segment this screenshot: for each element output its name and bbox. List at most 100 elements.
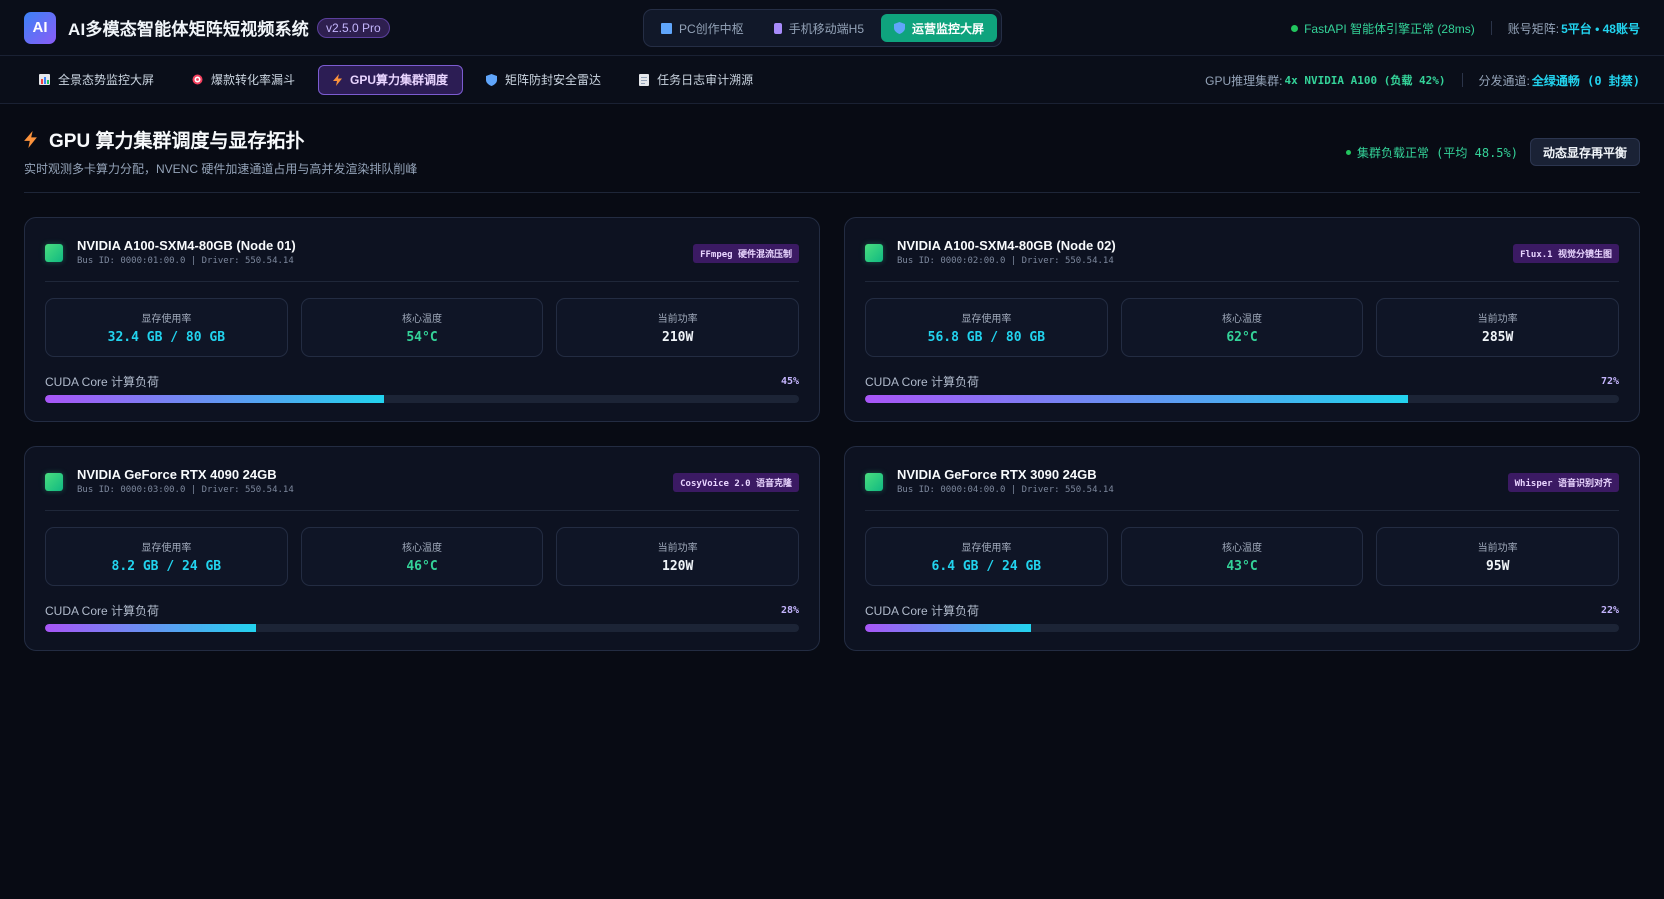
cuda-load-row: CUDA Core 计算负荷 28% [45, 602, 799, 619]
metric-vram: 显存使用率 8.2 GB / 24 GB [45, 527, 288, 586]
gpu-cluster-label: GPU推理集群: [1205, 73, 1283, 88]
document-icon [639, 73, 650, 86]
metric-label: 当前功率 [1477, 543, 1518, 554]
version-badge: v2.5.0 Pro [317, 17, 390, 38]
account-label: 账号矩阵: [1507, 21, 1560, 36]
subtab-label: GPU算力集群调度 [350, 73, 449, 87]
gpu-bus-info: Bus ID: 0000:01:00.0 | Driver: 550.54.14 [77, 256, 294, 266]
mode-tab-pc[interactable]: PC创作中枢 [648, 14, 757, 42]
gpu-task-badge: FFmpeg 硬件混流压制 [693, 244, 799, 263]
metric-temperature-value: 46°C [406, 559, 438, 574]
metric-label: 核心温度 [402, 314, 442, 325]
gpu-metrics: 显存使用率 32.4 GB / 80 GB 核心温度 54°C 当前功率 210… [45, 298, 800, 357]
subtab-label: 矩阵防封安全雷达 [505, 73, 602, 87]
target-icon [192, 74, 203, 85]
cuda-load-row: CUDA Core 计算负荷 72% [865, 373, 1619, 390]
subtab-security-radar[interactable]: 矩阵防封安全雷达 [471, 65, 616, 95]
gpu-card: NVIDIA GeForce RTX 3090 24GB Bus ID: 000… [844, 446, 1640, 651]
metric-label: 当前功率 [1477, 314, 1518, 325]
cluster-status: 集群负载正常 (平均 48.5%) [1345, 144, 1518, 161]
gpu-card: NVIDIA A100-SXM4-80GB (Node 02) Bus ID: … [844, 217, 1640, 422]
cuda-load-label: CUDA Core 计算负荷 [865, 375, 980, 389]
gpu-chip-icon [865, 244, 883, 262]
cuda-load-percent: 28% [780, 605, 799, 616]
gpu-metrics: 显存使用率 8.2 GB / 24 GB 核心温度 46°C 当前功率 120W [45, 527, 800, 586]
divider [24, 192, 1640, 193]
cuda-load-label: CUDA Core 计算负荷 [45, 604, 160, 618]
mode-tab-ops-monitor[interactable]: 运营监控大屏 [881, 14, 998, 42]
gpu-metrics: 显存使用率 6.4 GB / 24 GB 核心温度 43°C 当前功率 95W [865, 527, 1620, 586]
cuda-load-percent: 45% [780, 376, 799, 387]
metric-label: 当前功率 [657, 314, 698, 325]
gpu-task-badge: CosyVoice 2.0 语音克隆 [673, 473, 799, 492]
mode-tab-label: 手机移动端H5 [788, 21, 865, 36]
metric-power-value: 210W [662, 330, 694, 345]
gpu-metrics: 显存使用率 56.8 GB / 80 GB 核心温度 62°C 当前功率 285… [865, 298, 1620, 357]
status-dot-icon [1345, 149, 1351, 155]
engine-status-text: FastAPI 智能体引擎正常 (28ms) [1304, 21, 1475, 36]
page-header: GPU 算力集群调度与显存拓扑 实时观测多卡算力分配，NVENC 硬件加速通道占… [24, 126, 1640, 177]
metric-label: 显存使用率 [961, 543, 1012, 554]
gpu-name: NVIDIA GeForce RTX 3090 24GB [897, 467, 1097, 482]
metric-vram: 显存使用率 56.8 GB / 80 GB [865, 298, 1108, 357]
distribution-label: 分发通道: [1478, 73, 1530, 88]
cuda-load-row: CUDA Core 计算负荷 22% [865, 602, 1619, 619]
phone-icon [773, 22, 782, 34]
metric-vram: 显存使用率 32.4 GB / 80 GB [45, 298, 288, 357]
metric-label: 核心温度 [1222, 314, 1262, 325]
mode-tab-mobile[interactable]: 手机移动端H5 [761, 14, 877, 42]
lightning-icon [333, 73, 343, 86]
gpu-bus-info: Bus ID: 0000:02:00.0 | Driver: 550.54.14 [897, 256, 1114, 266]
gpu-identity: NVIDIA GeForce RTX 4090 24GB Bus ID: 000… [77, 465, 294, 495]
metric-temperature: 核心温度 43°C [1120, 527, 1364, 586]
metric-vram-value: 6.4 GB / 24 GB [931, 559, 1042, 574]
cuda-load-progress-fill [865, 624, 1031, 632]
shield-icon [486, 73, 498, 86]
metric-temperature-value: 43°C [1226, 559, 1258, 574]
mode-tab-label: PC创作中枢 [679, 21, 744, 36]
gpu-card-grid: NVIDIA A100-SXM4-80GB (Node 01) Bus ID: … [24, 217, 1640, 651]
cuda-load-progress-bar [45, 624, 799, 632]
monitor-icon [661, 22, 672, 34]
cuda-load-progress-bar [865, 624, 1619, 632]
metric-power-value: 120W [662, 559, 694, 574]
metric-temperature: 核心温度 46°C [300, 527, 544, 586]
subtab-label: 爆款转化率漏斗 [211, 73, 296, 87]
gpu-identity: NVIDIA GeForce RTX 3090 24GB Bus ID: 000… [897, 465, 1114, 495]
cluster-status-text: 集群负载正常 (平均 48.5%) [1356, 145, 1518, 160]
gpu-card-header: NVIDIA A100-SXM4-80GB (Node 01) Bus ID: … [45, 236, 799, 282]
lightning-icon [24, 131, 37, 148]
metric-label: 显存使用率 [961, 314, 1012, 325]
gpu-chip-icon [865, 473, 883, 491]
metric-temperature: 核心温度 62°C [1120, 298, 1364, 357]
subtab-task-logs[interactable]: 任务日志审计溯源 [624, 65, 768, 95]
gpu-chip-icon [45, 473, 63, 491]
gpu-cluster-value: 4x NVIDIA A100 (负载 42%) [1284, 74, 1446, 87]
gpu-task-badge: Flux.1 视觉分镜生图 [1513, 244, 1619, 263]
subtab-overview[interactable]: 全景态势监控大屏 [24, 65, 169, 95]
divider [1461, 73, 1463, 87]
status-dot-icon [1291, 24, 1299, 32]
top-header: AI AI多模态智能体矩阵短视频系统 v2.5.0 Pro PC创作中枢 手机移… [0, 0, 1664, 56]
metric-power: 当前功率 120W [556, 527, 800, 586]
gpu-identity: NVIDIA A100-SXM4-80GB (Node 02) Bus ID: … [897, 236, 1116, 266]
metric-vram: 显存使用率 6.4 GB / 24 GB [865, 527, 1108, 586]
cuda-load-progress-fill [865, 395, 1408, 403]
metric-label: 当前功率 [657, 543, 698, 554]
metric-temperature-value: 54°C [406, 330, 438, 345]
gpu-chip-icon [45, 244, 63, 262]
mode-switcher: PC创作中枢 手机移动端H5 运营监控大屏 [643, 9, 1003, 47]
metric-vram-value: 8.2 GB / 24 GB [111, 559, 222, 574]
cuda-load-row: CUDA Core 计算负荷 45% [45, 373, 799, 390]
gpu-card-header: NVIDIA GeForce RTX 4090 24GB Bus ID: 000… [45, 465, 799, 511]
gpu-name: NVIDIA A100-SXM4-80GB (Node 01) [77, 238, 296, 253]
page-actions: 集群负载正常 (平均 48.5%) 动态显存再平衡 [1345, 138, 1640, 166]
engine-status: FastAPI 智能体引擎正常 (28ms) [1291, 20, 1475, 37]
account-value: 5平台 • 48账号 [1561, 21, 1640, 36]
subtab-gpu-scheduling[interactable]: GPU算力集群调度 [318, 64, 464, 95]
subtab-label: 全景态势监控大屏 [58, 73, 155, 87]
subtab-funnel[interactable]: 爆款转化率漏斗 [177, 65, 310, 95]
divider [1490, 21, 1492, 35]
rebalance-vram-button[interactable]: 动态显存再平衡 [1529, 138, 1640, 166]
gpu-name: NVIDIA GeForce RTX 4090 24GB [77, 467, 277, 482]
